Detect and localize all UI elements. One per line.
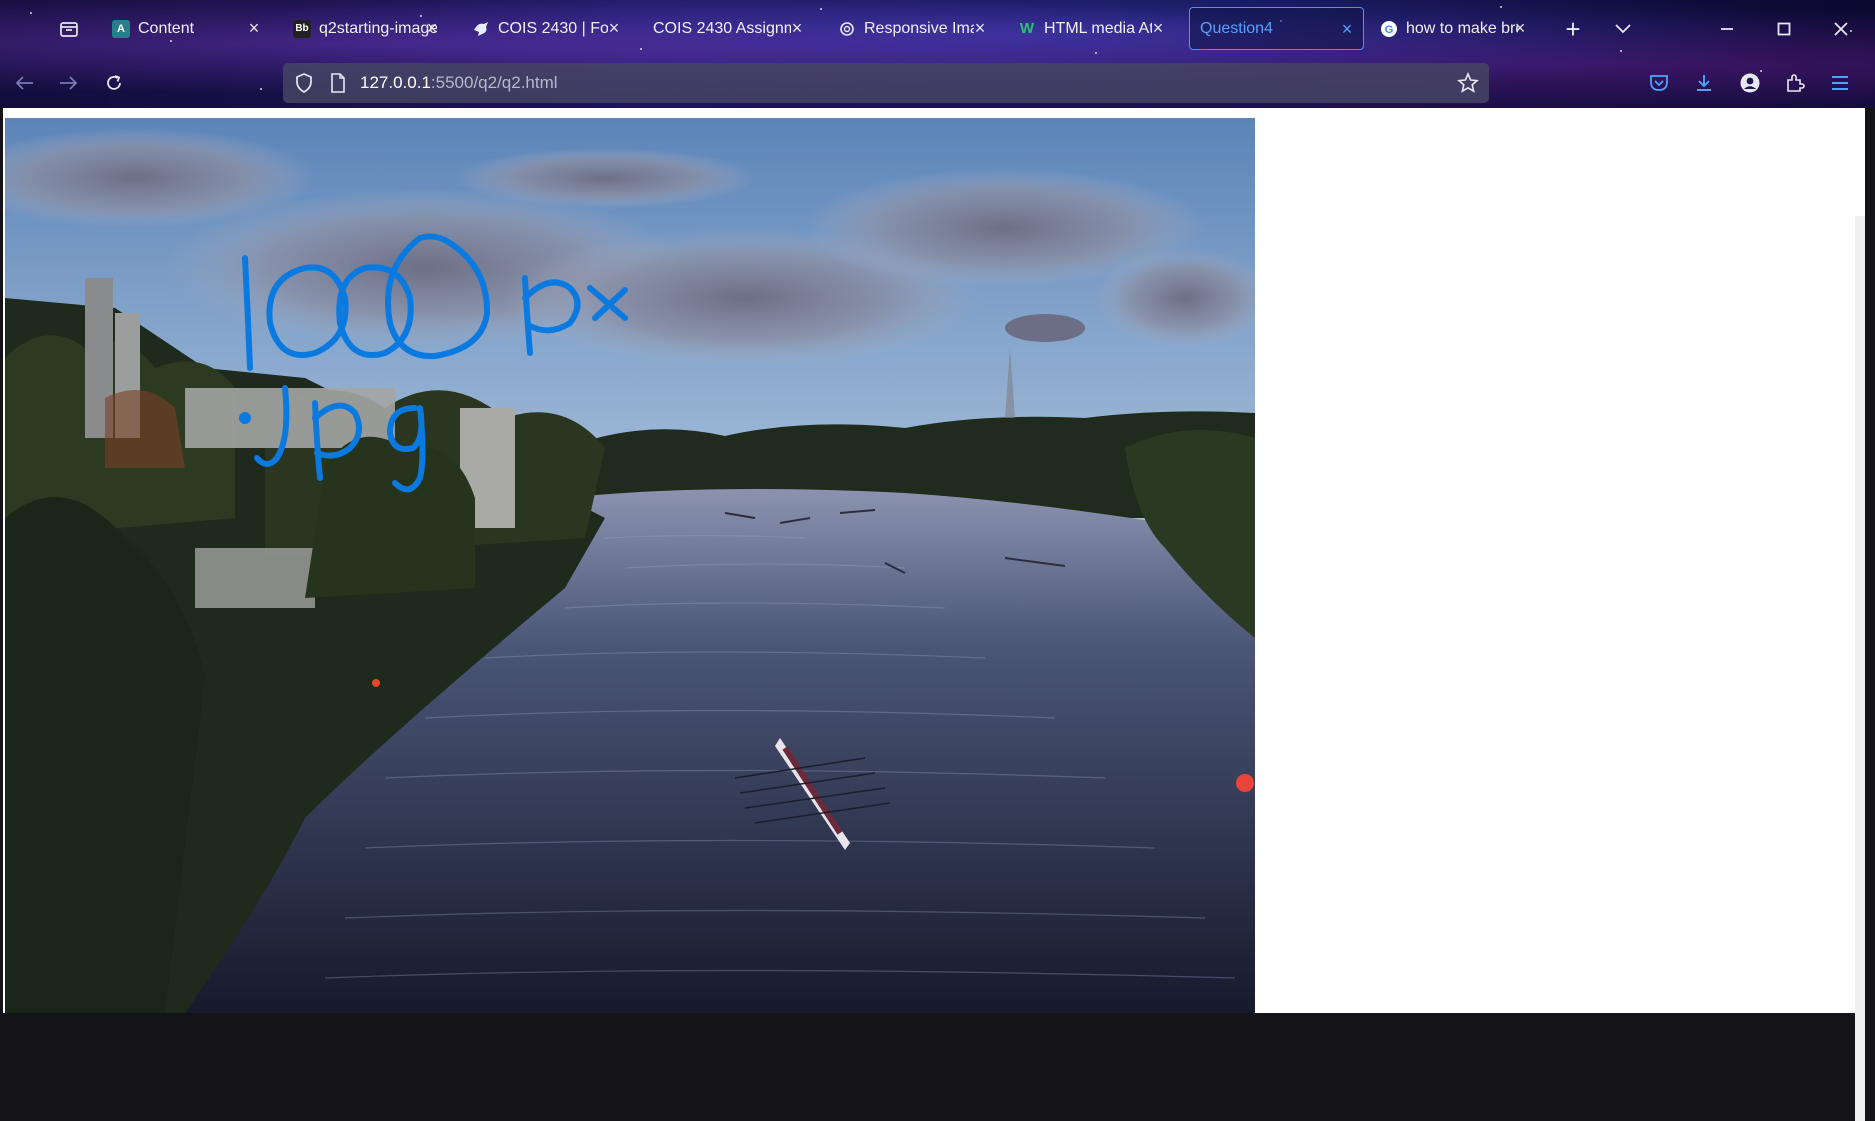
browser-chrome: A Content × Bb q2starting-image × COIS 2… [0, 0, 1875, 108]
maximize-icon [1777, 22, 1791, 36]
page-icon [331, 73, 345, 93]
close-icon[interactable]: × [970, 18, 990, 38]
shield-icon [296, 73, 312, 93]
tab-cois-four[interactable]: COIS 2430 | Four × [472, 7, 630, 50]
minimize-button[interactable] [1714, 16, 1740, 42]
puzzle-icon [1787, 74, 1805, 92]
page-content [3, 108, 1865, 1121]
close-icon[interactable]: × [604, 18, 624, 38]
tab-cois-assignment[interactable]: COIS 2430 Assignme × [653, 7, 813, 50]
downloads-button[interactable] [1691, 70, 1717, 96]
url-text[interactable]: 127.0.0.1:5500/q2/q2.html [360, 73, 558, 93]
arrow-left-icon [15, 76, 33, 90]
river-photo [5, 118, 1255, 1013]
tab-how-to-make[interactable]: G how to make bro × [1380, 7, 1536, 50]
account-icon [1740, 73, 1760, 93]
arrow-right-icon [60, 76, 78, 90]
tab-title: q2starting-image [319, 19, 437, 37]
forward-button[interactable] [55, 69, 83, 97]
plus-icon: + [1565, 13, 1581, 44]
google-icon: G [1380, 20, 1398, 38]
dragon-icon [472, 20, 490, 38]
list-all-tabs-button[interactable] [1610, 16, 1636, 42]
minimize-icon [1721, 28, 1733, 30]
openai-icon [838, 20, 856, 38]
hamburger-menu-icon [1832, 76, 1848, 90]
tab-strip: A Content × Bb q2starting-image × COIS 2… [0, 0, 1875, 57]
address-bar[interactable]: 127.0.0.1:5500/q2/q2.html [283, 63, 1489, 103]
pocket-icon [1650, 75, 1668, 91]
close-icon[interactable]: × [1148, 18, 1168, 38]
maximize-button[interactable] [1771, 16, 1797, 42]
brightspace-icon: A [112, 19, 130, 38]
pocket-button[interactable] [1646, 70, 1672, 96]
app-menu-button[interactable] [1827, 70, 1853, 96]
star-icon [1457, 72, 1479, 93]
url-path: :5500/q2/q2.html [430, 73, 558, 92]
close-icon[interactable]: × [1510, 18, 1530, 38]
account-button[interactable] [1737, 70, 1763, 96]
tab-content[interactable]: A Content × [112, 7, 270, 50]
tab-title: how to make bro [1406, 19, 1518, 37]
tab-title: HTML media Att [1044, 19, 1152, 37]
site-info-button[interactable] [327, 72, 349, 94]
url-host: 127.0.0.1 [360, 73, 431, 92]
tab-overview-button[interactable] [56, 16, 82, 42]
reload-icon [107, 75, 121, 90]
river-image [5, 118, 1255, 1013]
close-icon[interactable]: × [787, 18, 807, 38]
w3schools-icon: W [1019, 20, 1035, 37]
close-icon[interactable]: × [244, 18, 264, 38]
tracking-protection-button[interactable] [293, 72, 315, 94]
vertical-scrollbar[interactable] [1855, 216, 1865, 1121]
close-icon[interactable]: × [1337, 19, 1357, 39]
bookmark-button[interactable] [1457, 72, 1479, 94]
tab-title: Responsive Imag [864, 19, 974, 37]
svg-text:G: G [1385, 24, 1394, 36]
tab-q2starting-image[interactable]: Bb q2starting-image × [293, 7, 448, 50]
close-icon [1834, 22, 1848, 36]
tab-title: Content [138, 19, 195, 37]
tab-question4[interactable]: Question4 × [1189, 7, 1364, 50]
tab-title: COIS 2430 | Four [498, 19, 608, 37]
blackboard-icon: Bb [293, 19, 311, 38]
tab-title: Question4 [1200, 19, 1273, 37]
chevron-down-icon [1615, 24, 1631, 34]
close-icon[interactable]: × [422, 18, 442, 38]
close-window-button[interactable] [1828, 16, 1854, 42]
extensions-button[interactable] [1782, 70, 1808, 96]
tab-overview-icon [60, 22, 78, 37]
tab-responsive-image[interactable]: Responsive Imag × [838, 7, 996, 50]
download-icon [1697, 75, 1711, 91]
tab-html-media[interactable]: W HTML media Att × [1018, 7, 1174, 50]
new-tab-button[interactable]: + [1560, 13, 1586, 44]
tab-title: COIS 2430 Assignme [653, 19, 791, 37]
reload-button[interactable] [100, 69, 128, 97]
back-button[interactable] [10, 69, 38, 97]
